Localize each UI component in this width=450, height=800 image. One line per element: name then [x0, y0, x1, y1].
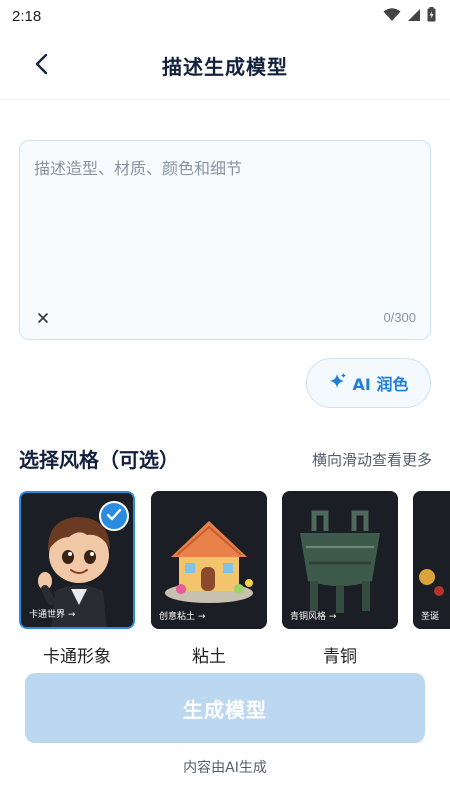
- style-caption-christmas: 圣诞: [421, 612, 440, 622]
- ai-polish-button[interactable]: AI 润色: [306, 358, 431, 408]
- style-thumb-christmas: 圣诞: [413, 491, 450, 629]
- wifi-icon: [383, 7, 401, 26]
- top-app-bar: 描述生成模型: [0, 32, 450, 100]
- chevron-left-icon: [34, 53, 50, 79]
- style-card-bronze[interactable]: 青铜风格 → 青铜: [282, 491, 398, 667]
- prompt-input[interactable]: [34, 155, 418, 295]
- generate-model-label: 生成模型: [183, 699, 267, 722]
- style-caption-cartoon: 卡通世界 →: [29, 610, 76, 620]
- style-caption-clay: 创意粘土 →: [159, 612, 206, 622]
- status-time: 2:18: [12, 7, 42, 25]
- ai-generated-notice: 内容由AI生成: [183, 760, 267, 776]
- status-icons: [383, 6, 436, 26]
- ai-polish-label: AI 润色: [352, 375, 409, 394]
- scroll-hint: 横向滑动查看更多: [311, 451, 432, 469]
- selected-badge: [99, 501, 129, 531]
- style-carousel[interactable]: 卡通世界 → 卡通形象 创意粘土 → 粘土 青铜风格 → 青铜 圣诞: [19, 491, 450, 671]
- style-section-title: 选择风格（可选）: [19, 448, 179, 472]
- prompt-box: 0/300: [19, 140, 431, 340]
- style-card-cartoon[interactable]: 卡通世界 → 卡通形象: [19, 491, 135, 667]
- battery-icon: [427, 6, 436, 26]
- signal-icon: [407, 7, 421, 26]
- check-icon: [106, 507, 122, 526]
- style-card-christmas[interactable]: 圣诞: [413, 491, 450, 667]
- clear-button[interactable]: [34, 309, 52, 327]
- sparkle-icon: [329, 372, 347, 394]
- style-thumb-bronze: 青铜风格 →: [282, 491, 398, 629]
- generate-model-button[interactable]: 生成模型: [25, 673, 425, 743]
- style-name-bronze: 青铜: [323, 647, 357, 667]
- style-card-clay[interactable]: 创意粘土 → 粘土: [151, 491, 267, 667]
- style-caption-bronze: 青铜风格 →: [290, 612, 337, 622]
- char-count: 0/300: [383, 310, 416, 325]
- style-name-clay: 粘土: [192, 647, 226, 667]
- back-button[interactable]: [28, 52, 56, 80]
- status-bar: 2:18: [0, 0, 450, 32]
- style-thumb-clay: 创意粘土 →: [151, 491, 267, 629]
- style-name-cartoon: 卡通形象: [43, 647, 111, 667]
- page-title: 描述生成模型: [162, 55, 288, 79]
- close-icon: [37, 309, 49, 328]
